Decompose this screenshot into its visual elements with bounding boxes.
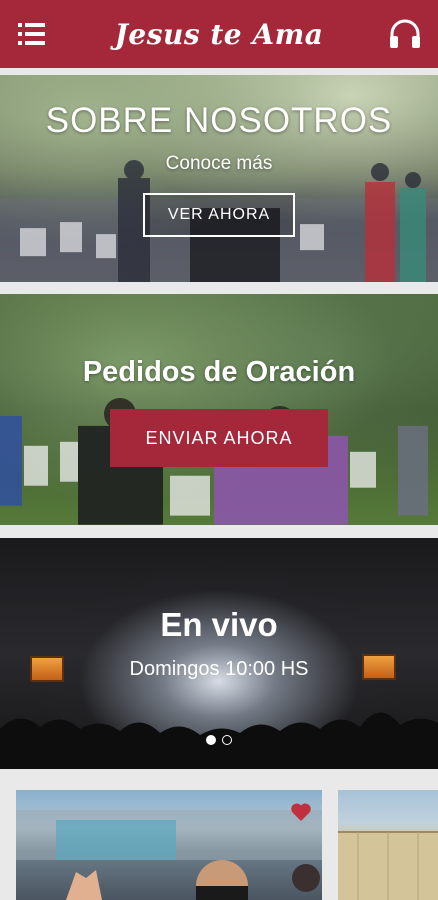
carousel-dot-1[interactable] — [206, 735, 216, 745]
gallery-photo-next — [338, 831, 438, 900]
carousel-dot-2[interactable] — [222, 735, 232, 745]
radio-button[interactable] — [388, 18, 422, 50]
prayer-card[interactable]: Pedidos de Oración ENVIAR AHORA — [0, 294, 438, 525]
about-card[interactable]: SOBRE NOSOTROS Conoce más VER AHORA — [0, 75, 438, 282]
heart-icon — [291, 803, 311, 821]
app-bar: Jesus te Ama — [0, 0, 438, 68]
menu-icon — [18, 23, 45, 45]
live-card[interactable]: En vivo Domingos 10:00 HS — [0, 538, 438, 769]
view-now-button[interactable]: VER AHORA — [143, 193, 295, 237]
about-subtitle: Conoce más — [165, 153, 273, 174]
gallery-photo — [16, 810, 322, 900]
about-content: SOBRE NOSOTROS Conoce más VER AHORA — [0, 75, 438, 282]
prayer-title: Pedidos de Oración — [82, 356, 356, 388]
carousel-indicator — [0, 735, 438, 745]
about-title: SOBRE NOSOTROS — [45, 101, 393, 140]
favorite-button[interactable] — [290, 802, 312, 822]
live-schedule: Domingos 10:00 HS — [129, 658, 309, 680]
gallery-tile-next[interactable] — [338, 790, 438, 900]
live-title: En vivo — [160, 606, 278, 643]
headset-icon — [390, 19, 420, 48]
gallery-tile[interactable] — [16, 790, 322, 900]
app-title: Jesus te Ama — [114, 17, 324, 51]
menu-button[interactable] — [18, 20, 48, 48]
prayer-content: Pedidos de Oración ENVIAR AHORA — [0, 294, 438, 525]
send-now-button[interactable]: ENVIAR AHORA — [110, 409, 328, 467]
